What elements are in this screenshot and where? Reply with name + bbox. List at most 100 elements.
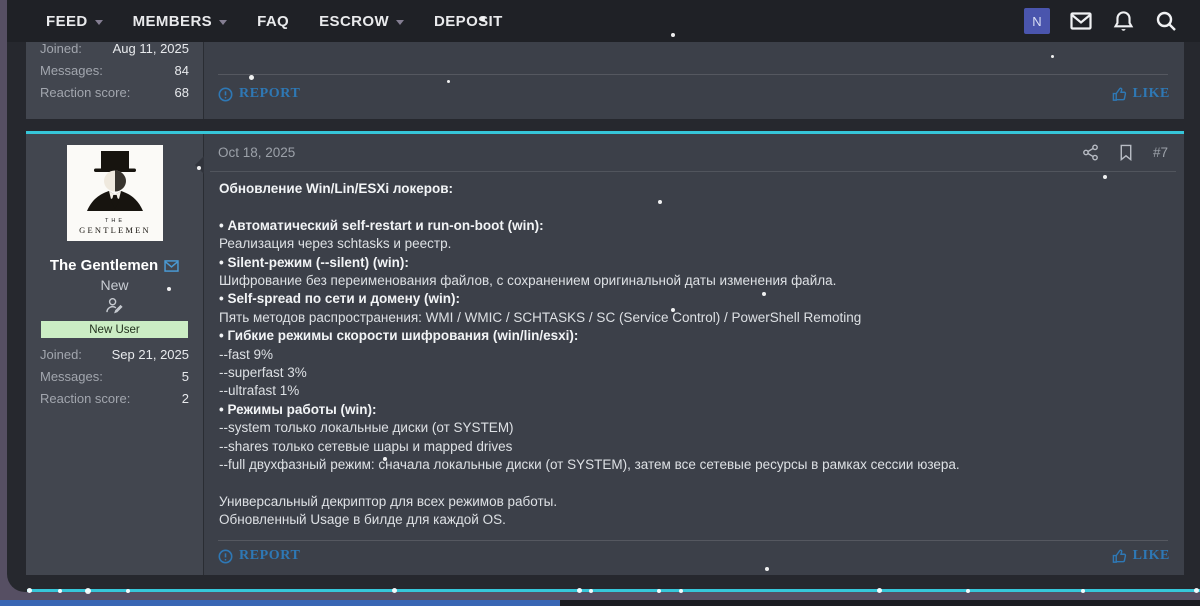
post-previous-sidebar: Joined:Aug 11, 2025Messages:84Reaction s… [26,42,203,119]
stat-value: Aug 11, 2025 [113,38,189,60]
post-text-line: • Режимы работы (win): [219,401,1170,419]
post-text-line: • Гибкие режимы скорости шифрования (win… [219,327,1170,345]
stat-row: Joined: Aug 11, 2025 [40,38,189,60]
nav-item-members[interactable]: MEMBERS [122,7,238,36]
bottom-accent-line [27,589,1200,592]
post-text-line: --fast 9% [219,346,1170,364]
post-date[interactable]: Oct 18, 2025 [218,145,295,160]
nav-item-label: FAQ [257,13,289,30]
post-text-line: --full двухфазный режим: сначала локальн… [219,456,1170,474]
user-avatar[interactable]: THE GENTLEMEN [67,145,163,241]
stat-label: Joined: [40,344,82,366]
post-text-line: --system только локальные диски (от SYST… [219,419,1170,437]
like-button[interactable]: LIKE [1112,548,1170,564]
chevron-down-icon [396,20,404,25]
stat-value: 2 [182,388,189,410]
nav-item-escrow[interactable]: ESCROW [308,7,415,36]
username-link[interactable]: The Gentlemen [26,257,203,274]
thumb-up-icon [1112,549,1127,564]
stat-row: Messages: 84 [40,60,189,82]
report-alert-icon [218,87,233,102]
report-button[interactable]: REPORT [218,548,300,564]
like-button[interactable]: LIKE [1112,86,1170,102]
like-label: LIKE [1133,548,1170,564]
stat-label: Reaction score: [40,388,130,410]
nav-item-label: ESCROW [319,13,389,30]
message-arrow [195,156,204,174]
user-edit-icon [26,297,203,314]
nav-item-label: MEMBERS [133,13,212,30]
post-body: Обновление Win/Lin/ESXi локеров: • Автом… [219,180,1170,530]
post-7: THE GENTLEMEN The Gentlemen New New User… [26,131,1184,575]
post-previous-content: REPORT LIKE [203,42,1184,119]
post-text-line: • Silent-режим (--silent) (win): [219,254,1170,272]
user-banner: New User [41,321,188,338]
stat-row: Reaction score:68 [40,82,189,104]
stat-row: Messages: 5 [40,366,189,388]
thumb-up-icon [1112,87,1127,102]
user-stats: Joined:Sep 21, 2025Messages:5Reaction sc… [40,344,189,410]
post-text-line: Обновление Win/Lin/ESXi локеров: [219,180,1170,198]
post-text-line [219,475,1170,493]
post-text-line: --superfast 3% [219,364,1170,382]
stat-label: Messages: [40,366,103,388]
svg-text:THE: THE [105,218,125,224]
report-alert-icon [218,549,233,564]
post-text-line: Шифрование без переименования файлов, с … [219,272,1170,290]
gentleman-avatar-image: THE GENTLEMEN [67,145,163,241]
post-text-line [219,198,1170,216]
chevron-down-icon [95,20,103,25]
divider [218,540,1168,541]
post-text-line: Универсальный декриптор для всех режимов… [219,493,1170,511]
username-text: The Gentlemen [50,257,158,274]
bookmark-icon[interactable] [1119,144,1133,161]
nav-item-label: DEPOSIT [434,13,503,30]
user-stats: Joined:Aug 11, 2025Messages:84Reaction s… [40,38,189,104]
post-text-line: --shares только сетевые шары и mapped dr… [219,438,1170,456]
post-actions: REPORT LIKE [218,548,1170,564]
share-icon[interactable] [1082,144,1099,161]
nav-item-deposit[interactable]: DEPOSIT [423,7,514,36]
report-label: REPORT [239,86,300,102]
search-icon[interactable] [1154,9,1178,33]
forum-container: FEED MEMBERS FAQ ESCROW DEPOSIT N Joined: Aug… [7,0,1200,592]
user-title: New [26,277,203,293]
chevron-down-icon [219,20,227,25]
report-button[interactable]: REPORT [218,86,300,102]
nav-item-label: FEED [46,13,88,30]
stat-label: Reaction score: [40,82,130,104]
stat-label: Joined: [40,38,82,60]
like-label: LIKE [1133,86,1170,102]
divider [218,74,1168,75]
post-7-content: Oct 18, 2025 #7 Обновление Win/Lin/ESXi … [203,134,1184,575]
post-previous: Joined:Aug 11, 2025Messages:84Reaction s… [26,42,1184,119]
post-text-line: --ultrafast 1% [219,382,1170,400]
nav-right-icons: N [1024,8,1178,34]
account-avatar-badge[interactable]: N [1024,8,1050,34]
report-label: REPORT [239,548,300,564]
stat-row: Reaction score: 2 [40,388,189,410]
nav-item-faq[interactable]: FAQ [246,7,300,36]
bottom-strip [0,600,1200,606]
verified-envelope-icon [164,260,179,272]
nav-menu: FEED MEMBERS FAQ ESCROW DEPOSIT [35,7,514,36]
post-text-line: Обновленный Usage в билде для каждой OS. [219,511,1170,529]
post-7-sidebar: THE GENTLEMEN The Gentlemen New New User… [26,134,203,575]
post-text-line: • Self-spread по сети и домену (win): [219,290,1170,308]
post-number-link[interactable]: #7 [1153,145,1168,160]
post-text-line: • Автоматический self-restart и run-on-b… [219,217,1170,235]
stat-row: Joined: Sep 21, 2025 [40,344,189,366]
stat-value: 5 [182,366,189,388]
post-text-line: Пять методов распространения: WMI / WMIC… [219,309,1170,327]
stat-label: Messages: [40,60,103,82]
post-actions: REPORT LIKE [218,86,1170,102]
messages-envelope-icon[interactable] [1069,9,1093,33]
stat-value: Sep 21, 2025 [112,344,189,366]
stat-value: 84 [175,60,189,82]
post-text-line: Реализация через schtasks и реестр. [219,235,1170,253]
bottom-progress-bar [0,600,560,606]
svg-text:GENTLEMEN: GENTLEMEN [79,225,151,235]
top-navbar: FEED MEMBERS FAQ ESCROW DEPOSIT N [7,0,1200,42]
alerts-bell-icon[interactable] [1112,9,1135,33]
nav-item-feed[interactable]: FEED [35,7,114,36]
